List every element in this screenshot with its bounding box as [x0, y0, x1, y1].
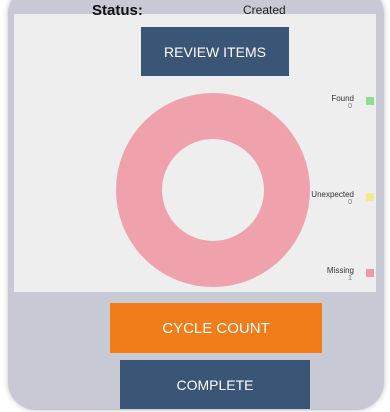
legend-unexpected-count: 0: [348, 199, 352, 206]
legend-unexpected-label: Unexpected: [311, 190, 354, 199]
donut-ring-missing: [116, 93, 310, 287]
review-items-button[interactable]: REVIEW ITEMS: [141, 27, 289, 76]
donut-chart: [116, 93, 310, 287]
status-value: Created: [243, 3, 286, 17]
complete-button[interactable]: COMPLETE: [120, 360, 310, 409]
legend-found-label: Found: [331, 94, 354, 103]
legend-missing-count: 1: [348, 275, 352, 282]
legend-unexpected-swatch: [366, 193, 374, 201]
legend-unexpected: Unexpected 0: [300, 190, 374, 210]
legend-found-swatch: [366, 97, 374, 105]
legend-found: Found 0: [330, 94, 374, 114]
legend-missing-swatch: [366, 269, 374, 277]
status-label: Status:: [92, 2, 143, 19]
cycle-count-button[interactable]: CYCLE COUNT: [110, 303, 322, 353]
legend-found-count: 0: [348, 103, 352, 110]
legend-missing-label: Missing: [326, 266, 354, 275]
legend-missing: Missing 1: [318, 266, 374, 286]
